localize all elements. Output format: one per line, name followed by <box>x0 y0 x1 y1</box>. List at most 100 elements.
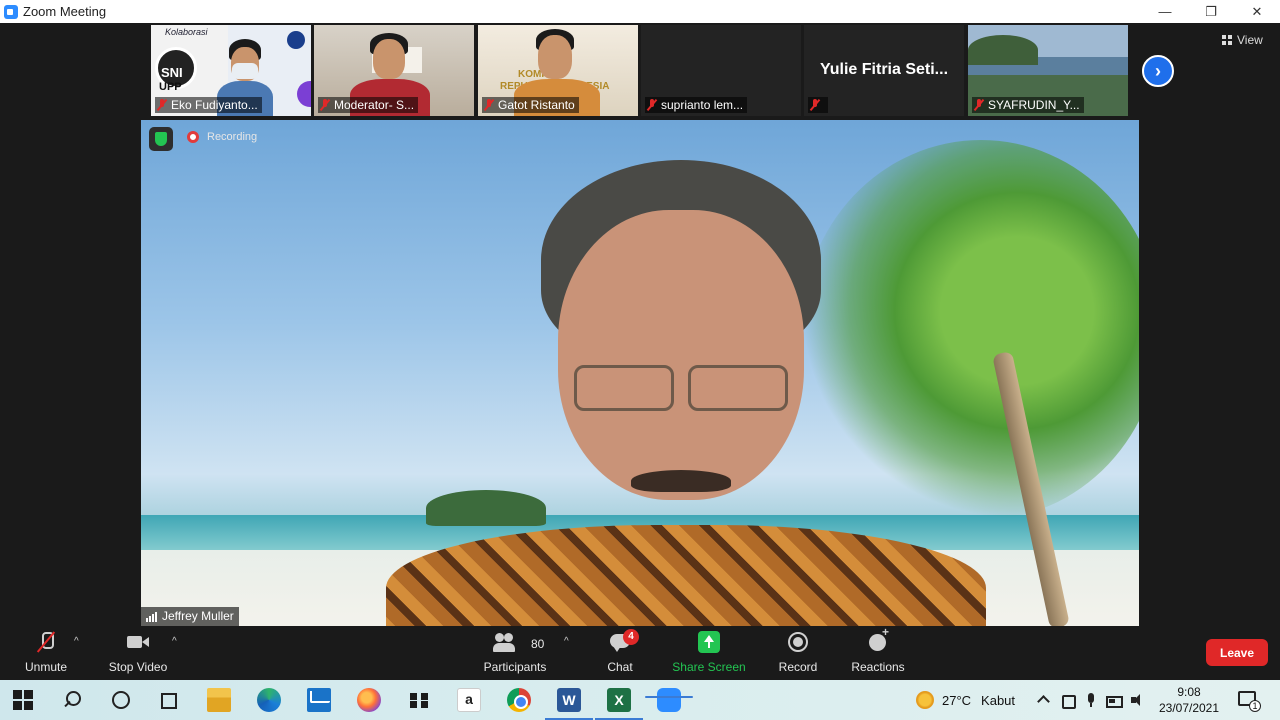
recording-dot-icon <box>187 131 199 143</box>
weather-temperature: 27°C <box>942 692 972 708</box>
active-speaker-video[interactable]: Recording Jeffrey Muller <box>141 120 1139 626</box>
record-button[interactable]: Record <box>774 626 822 680</box>
stop-video-label: Stop Video <box>108 660 168 674</box>
share-screen-icon <box>698 631 720 653</box>
dropbox-icon[interactable] <box>407 688 431 712</box>
mic-muted-icon <box>810 99 820 111</box>
window-controls: — ❐ ✕ <box>1142 0 1280 23</box>
minimize-button[interactable]: — <box>1142 0 1188 23</box>
zoom-taskbar-icon[interactable] <box>645 688 693 712</box>
weather-sun-icon <box>916 691 934 709</box>
clock-date: 23/07/2021 <box>1158 701 1220 715</box>
zoom-window: Zoom Meeting — ❐ ✕ Kolaborasi SNI UPP Ek… <box>0 0 1280 680</box>
volume-icon[interactable] <box>1130 692 1146 708</box>
weather-condition: Kabut <box>981 692 1016 708</box>
grid-icon <box>1222 35 1232 45</box>
close-button[interactable]: ✕ <box>1234 0 1280 23</box>
recording-label: Recording <box>207 131 258 143</box>
speaker-mustache <box>631 470 731 492</box>
search-icon[interactable] <box>60 688 84 712</box>
task-view-icon[interactable] <box>157 688 181 712</box>
file-explorer-icon[interactable] <box>207 688 231 712</box>
participant-tile[interactable]: Kolaborasi SNI UPP Eko Fudiyanto... <box>151 25 311 116</box>
cortana-icon[interactable] <box>109 688 133 712</box>
participants-label: Participants <box>483 660 547 674</box>
record-icon <box>787 631 809 653</box>
next-page-button[interactable]: › <box>1142 55 1174 87</box>
participant-name-label: Eko Fudiyanto... <box>155 97 262 113</box>
notification-count: 1 <box>1249 700 1261 712</box>
mic-muted-icon <box>320 99 330 111</box>
participant-tile[interactable]: suprianto lem... <box>641 25 801 116</box>
participant-name-label: SYAFRUDIN_Y... <box>972 97 1084 113</box>
participant-tile[interactable]: KOMISI REPUBLIK INDONESIA Gatot Ristanto <box>478 25 638 116</box>
participant-name-label: suprianto lem... <box>645 97 748 113</box>
windows-start-icon[interactable] <box>13 690 33 710</box>
reactions-icon <box>867 625 889 653</box>
maximize-button[interactable]: ❐ <box>1188 0 1234 23</box>
speaker-name-label: Jeffrey Muller <box>141 607 239 626</box>
speaker-face <box>558 210 804 500</box>
speaker-figure <box>386 150 986 626</box>
signal-strength-icon <box>146 611 158 622</box>
chevron-right-icon: › <box>1155 60 1161 81</box>
chrome-icon[interactable] <box>507 688 531 712</box>
participant-name-label: Gatot Ristanto <box>482 97 579 113</box>
show-hidden-icons-icon[interactable] <box>1035 692 1051 708</box>
view-button[interactable]: View <box>1222 33 1263 47</box>
firefox-icon[interactable] <box>357 688 381 712</box>
mic-muted-icon <box>647 99 657 111</box>
shield-icon <box>155 132 167 146</box>
title-bar: Zoom Meeting — ❐ ✕ <box>0 0 1280 23</box>
decoration <box>297 81 311 107</box>
edge-browser-icon[interactable] <box>257 688 281 712</box>
participant-name-label: Moderator- S... <box>318 97 419 113</box>
microphone-tray-icon[interactable] <box>1083 692 1099 708</box>
participant-tile[interactable]: SYAFRUDIN_Y... <box>968 25 1128 116</box>
speaker-shirt <box>386 525 986 626</box>
encryption-badge[interactable] <box>149 127 173 151</box>
share-screen-button[interactable]: Share Screen <box>670 626 748 680</box>
speaker-glasses <box>566 365 796 415</box>
stop-video-button[interactable]: Stop Video <box>100 626 176 680</box>
participant-tile[interactable]: Moderator- S... <box>314 25 474 116</box>
share-screen-label: Share Screen <box>672 660 746 674</box>
unmute-button[interactable]: Unmute <box>14 626 78 680</box>
video-options-caret[interactable]: ^ <box>172 636 177 647</box>
participants-count: 80 <box>531 637 545 651</box>
record-label: Record <box>778 660 818 674</box>
participant-tile[interactable]: Yulie Fitria Seti... <box>804 25 964 116</box>
clock-time: 9:08 <box>1177 685 1201 699</box>
participants-button[interactable]: Participants <box>478 626 552 680</box>
battery-icon[interactable] <box>1106 692 1123 708</box>
chat-label: Chat <box>607 660 633 674</box>
amazon-icon[interactable]: a <box>457 688 481 712</box>
emblem-icon <box>287 31 305 49</box>
mic-muted-icon <box>157 99 167 111</box>
notification-center-icon[interactable]: 1 <box>1238 691 1261 712</box>
view-label: View <box>1237 33 1263 47</box>
mic-muted-icon <box>35 631 57 653</box>
window-title: Zoom Meeting <box>23 4 107 19</box>
meet-now-icon[interactable] <box>1060 692 1076 709</box>
participant-display-name: Yulie Fitria Seti... <box>819 61 949 78</box>
reactions-label: Reactions <box>851 660 905 674</box>
weather-widget[interactable]: 27°C Kabut <box>916 680 1015 720</box>
background-palm <box>801 140 1139 520</box>
leave-button[interactable]: Leave <box>1206 639 1268 666</box>
windows-taskbar: a W X 27°C Kabut 9:08 23/07/2021 1 <box>0 680 1280 720</box>
word-icon[interactable]: W <box>545 688 593 720</box>
system-clock[interactable]: 9:08 23/07/2021 <box>1154 684 1224 716</box>
participants-icon <box>493 631 515 653</box>
recording-indicator[interactable]: Recording <box>187 131 257 143</box>
participant-strip: Kolaborasi SNI UPP Eko Fudiyanto... Mode… <box>0 25 1280 117</box>
participants-options-caret[interactable]: ^ <box>564 636 569 647</box>
unmute-label: Unmute <box>24 660 68 674</box>
mail-icon[interactable] <box>307 688 331 712</box>
banner-text: Kolaborasi <box>165 27 208 37</box>
video-camera-icon <box>127 631 149 653</box>
audio-options-caret[interactable]: ^ <box>74 636 79 647</box>
excel-icon[interactable]: X <box>595 688 643 720</box>
reactions-button[interactable]: Reactions <box>848 625 908 680</box>
participant-name-label <box>808 97 828 113</box>
